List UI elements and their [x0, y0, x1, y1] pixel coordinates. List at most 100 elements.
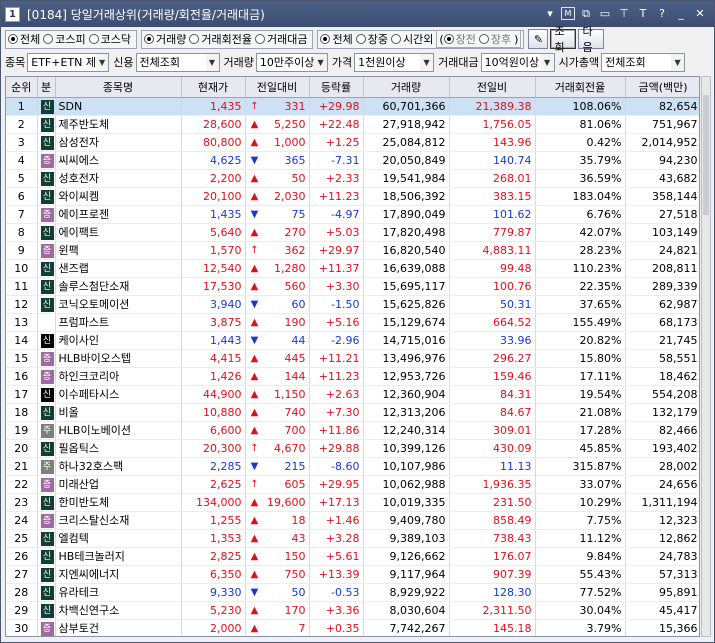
- volume-select[interactable]: 10만주이상 ▼: [255, 52, 328, 72]
- table-row[interactable]: 16 증 하인크코리아 1,426 ▲ 144 +11.23 12,953,726 159.46…: [6, 367, 699, 386]
- amount-cell: 1,311,194: [625, 493, 699, 512]
- close-icon[interactable]: ✕: [692, 5, 708, 22]
- rate-cell: -8.60: [309, 457, 364, 476]
- session-radio-1[interactable]: 장중: [355, 31, 388, 47]
- change-value: 445: [284, 351, 306, 365]
- rank-cell: 3: [6, 133, 38, 152]
- table-row[interactable]: 25 신 엘컴텍 1,353 ▲ 43 +3.28 9,389,103 738.43 11.12%…: [6, 529, 699, 548]
- table-row[interactable]: 10 신 샌즈랩 12,540 ▲ 1,280 +11.37 16,639,088 99.48 1…: [6, 259, 699, 278]
- scroll-thumb[interactable]: [703, 95, 709, 215]
- table-row[interactable]: 19 주 HLB이노베이션 6,600 ▲ 700 +11.86 12,240,314 309.…: [6, 421, 699, 440]
- help-icon[interactable]: ?: [654, 5, 670, 22]
- title-bar[interactable]: 1 [0184] 당일거래상위(거래량/회전율/거래대금) ▾ M ⧉ ▭ ⊤ …: [1, 1, 714, 27]
- change-wrapper: ▲ 560: [249, 280, 306, 293]
- change-cell: ↑ 362: [245, 241, 310, 260]
- table-row[interactable]: 3 신 삼성전자 80,800 ▲ 1,000 +1.25 25,084,812 143.96 0…: [6, 133, 699, 152]
- cap-select[interactable]: 전체조회 ▼: [601, 52, 686, 72]
- table-row[interactable]: 22 증 미래산업 2,625 ↑ 605 +29.95 10,062,988 1,936.35…: [6, 475, 699, 494]
- table-row[interactable]: 23 신 한미반도체 134,000 ▲ 19,600 +17.13 10,019,335 23…: [6, 493, 699, 512]
- prev-ratio-cell: 128.30: [449, 583, 536, 602]
- column-header-1[interactable]: 분: [37, 77, 56, 98]
- table-row[interactable]: 15 증 HLB바이오스텝 4,415 ▲ 445 +11.21 13,496,976 296.…: [6, 349, 699, 368]
- query-button[interactable]: 조회: [550, 25, 577, 54]
- session-radio-2[interactable]: 시간외: [390, 31, 433, 47]
- column-header-0[interactable]: 순위: [6, 77, 38, 98]
- table-row[interactable]: 20 신 필옵틱스 20,300 ↑ 4,670 +29.88 10,399,126 430.0…: [6, 439, 699, 458]
- market-radio-2[interactable]: 코스닥: [88, 31, 131, 47]
- change-cell: ▲ 740: [245, 403, 310, 422]
- market-radio-0[interactable]: 전체: [8, 31, 40, 47]
- amount-cell: 358,144: [625, 187, 699, 206]
- radio-circle-icon: [355, 34, 366, 44]
- sort-radio-0[interactable]: 거래량: [144, 31, 186, 47]
- table-row[interactable]: 4 증 씨씨에스 4,625 ▼ 365 -7.31 20,050,849 140.74 35.7…: [6, 151, 699, 170]
- table-row[interactable]: 6 신 와이씨켐 20,100 ▲ 2,030 +11.23 18,506,392 383.15…: [6, 187, 699, 206]
- text-size-icon[interactable]: T: [635, 5, 651, 22]
- stock-name-cell: 씨씨에스: [55, 151, 182, 170]
- table-row[interactable]: 8 신 에이팩트 5,640 ▲ 270 +5.03 17,820,498 779.87 42.0…: [6, 223, 699, 242]
- price-select[interactable]: 1천원이상 ▼: [354, 52, 435, 72]
- stock-name-cell: 제주반도체: [55, 115, 182, 134]
- pin-icon[interactable]: ⊤: [616, 5, 632, 22]
- table-row[interactable]: 13 프럼파스트 3,875 ▲ 190 +5.16 15,129,674 664.52 155…: [6, 313, 699, 332]
- table-row[interactable]: 7 증 에이프로젠 1,435 ▼ 75 -4.97 17,890,049 101.62 6.76…: [6, 205, 699, 224]
- table-row[interactable]: 2 신 제주반도체 28,600 ▲ 5,250 +22.48 27,918,942 1,756…: [6, 115, 699, 134]
- up-arrow-icon: ▲: [250, 424, 259, 436]
- table-row[interactable]: 9 증 윈팩 1,570 ↑ 362 +29.97 16,820,540 4,883.11 28.…: [6, 241, 699, 260]
- turnover-cell: 9.84%: [535, 547, 626, 566]
- market-radio-1[interactable]: 코스피: [43, 31, 86, 47]
- price-cell: 1,353: [181, 529, 246, 548]
- column-header-5[interactable]: 등락률: [309, 77, 364, 98]
- sub-session-radio-0[interactable]: 장전: [443, 31, 476, 47]
- table-row[interactable]: 26 신 HB테크놀러지 2,825 ▲ 150 +5.61 9,126,662 176.07 9…: [6, 547, 699, 566]
- column-header-7[interactable]: 전일비: [449, 77, 536, 98]
- table-row[interactable]: 27 신 지엔씨에너지 6,350 ▲ 750 +13.39 9,117,964 907.39 5…: [6, 565, 699, 584]
- rank-cell: 22: [6, 475, 38, 494]
- session-radio-0[interactable]: 전체: [320, 31, 353, 47]
- jongmok-select[interactable]: ETF+ETN 제 ▼: [27, 52, 110, 72]
- pencil-button[interactable]: ✎: [528, 29, 549, 49]
- save-icon[interactable]: ▭: [597, 5, 613, 22]
- column-header-4[interactable]: 전일대비: [245, 77, 310, 98]
- table-row[interactable]: 14 신 케이사인 1,443 ▼ 44 -2.96 14,715,016 33.96 20.82…: [6, 331, 699, 350]
- credit-select[interactable]: 전체조회 ▼: [135, 52, 220, 72]
- table-row[interactable]: 17 신 이수페타시스 44,900 ▲ 1,150 +2.63 12,360,904 84.3…: [6, 385, 699, 404]
- change-cell: ↑ 4,670: [245, 439, 310, 458]
- table-row[interactable]: 21 주 하나32호스팩 2,285 ▼ 215 -8.60 10,107,986 11.13 3…: [6, 457, 699, 476]
- window-link-icon[interactable]: ⧉: [578, 5, 594, 22]
- volume-cell: 10,062,988: [363, 475, 450, 494]
- sort-radio-2[interactable]: 거래대금: [254, 31, 307, 47]
- tag-cell: 신: [37, 529, 56, 548]
- vertical-scrollbar[interactable]: [701, 76, 711, 637]
- sub-session-radio-1[interactable]: 장후: [478, 31, 511, 47]
- column-header-3[interactable]: 현재가: [181, 77, 246, 98]
- table-row[interactable]: 30 증 삼부토건 2,000 ▲ 7 +0.35 7,742,267 145.18 3.79% 1…: [6, 619, 699, 636]
- table-row[interactable]: 29 신 차백신연구소 5,230 ▲ 170 +3.36 8,030,604 2,311.50…: [6, 601, 699, 620]
- change-cell: ▲ 18: [245, 511, 310, 530]
- table-row[interactable]: 1 신 SDN 1,435 ↑ 331 +29.98 60,701,366 21,389.38 1…: [6, 97, 699, 116]
- table-row[interactable]: 24 증 크리스탈신소재 1,255 ▲ 18 +1.46 9,409,780 858.49 7.…: [6, 511, 699, 530]
- column-header-2[interactable]: 종목명: [55, 77, 182, 98]
- table-row[interactable]: 12 신 코닉오토메이션 3,940 ▼ 60 -1.50 15,625,826 50.31 37…: [6, 295, 699, 314]
- next-button[interactable]: 다음: [578, 25, 605, 54]
- market-tag-badge: 증: [40, 207, 54, 222]
- change-value: 1,000: [274, 135, 306, 149]
- table-row[interactable]: 5 신 성호전자 2,200 ▲ 50 +2.33 19,541,984 268.01 36.59…: [6, 169, 699, 188]
- m-icon[interactable]: M: [561, 7, 575, 20]
- minimize-icon[interactable]: _: [673, 5, 689, 22]
- table-row[interactable]: 18 신 비올 10,880 ▲ 740 +7.30 12,313,206 84.67 21.08…: [6, 403, 699, 422]
- stock-name-cell: 미래산업: [55, 475, 182, 494]
- volume-cell: 9,389,103: [363, 529, 450, 548]
- column-header-9[interactable]: 금액(백만): [625, 77, 699, 98]
- column-header-8[interactable]: 거래회전율: [535, 77, 626, 98]
- chevron-down-icon[interactable]: ▾: [542, 5, 558, 22]
- amount-select[interactable]: 10억원이상 ▼: [480, 52, 555, 72]
- column-header-6[interactable]: 거래량: [363, 77, 450, 98]
- credit-value: 전체조회: [139, 56, 180, 69]
- sort-radio-1[interactable]: 거래회전율: [189, 31, 252, 47]
- table-row[interactable]: 28 신 유라테크 9,330 ▼ 50 -0.53 8,929,922 128.30 77.52…: [6, 583, 699, 602]
- price-cell: 2,625: [181, 475, 246, 494]
- table-row[interactable]: 11 신 솔루스첨단소재 17,530 ▲ 560 +3.30 15,695,117 100.7…: [6, 277, 699, 296]
- change-wrapper: ▼ 60: [249, 298, 306, 311]
- prev-ratio-cell: 231.50: [449, 493, 536, 512]
